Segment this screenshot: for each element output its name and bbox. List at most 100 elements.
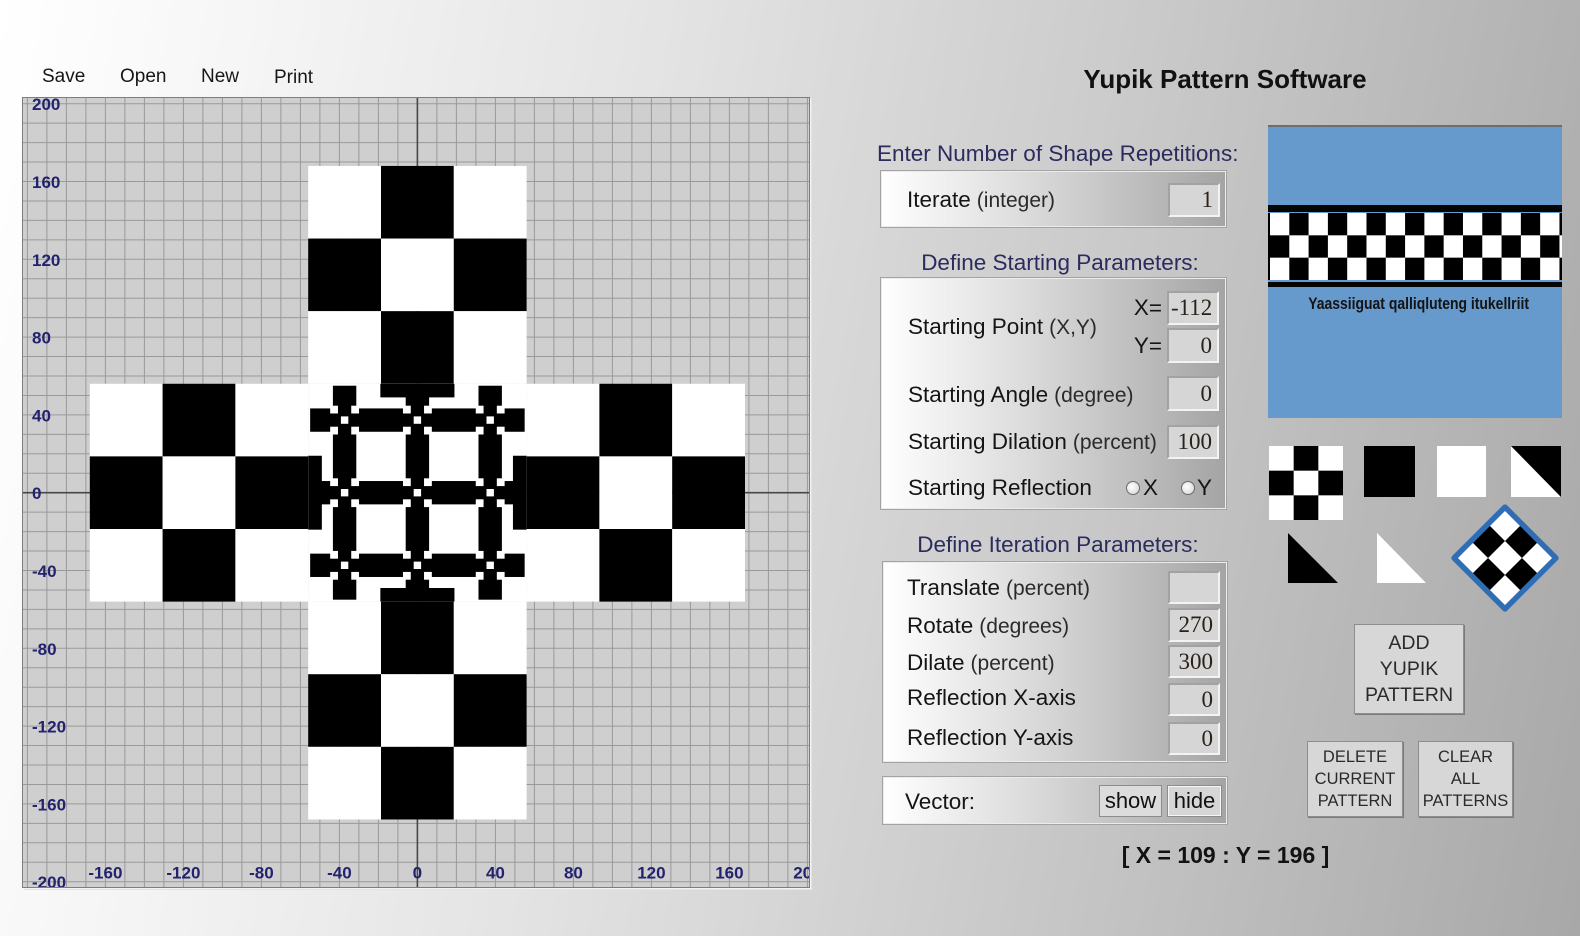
menu-open[interactable]: Open xyxy=(120,66,166,88)
shape-black-square[interactable] xyxy=(1364,446,1415,497)
pattern-tile-cell xyxy=(453,746,527,820)
lattice-node-notch xyxy=(496,550,505,559)
vector-hide-button[interactable]: hide xyxy=(1167,785,1222,817)
lattice-node-notch xyxy=(330,550,338,559)
vector-label: Vector: xyxy=(905,789,976,814)
x-tick-label: 200 xyxy=(793,864,809,883)
black-square-icon xyxy=(1364,446,1415,497)
reflection-x-axis-input[interactable] xyxy=(1168,683,1220,716)
shape-diamond-checker-tile[interactable] xyxy=(1449,502,1561,614)
checker-tile-cell xyxy=(1318,495,1343,520)
starting-point-unit: (X,Y) xyxy=(1049,316,1097,339)
y-tick-label: -120 xyxy=(32,718,66,737)
lattice-node-notch xyxy=(351,426,360,435)
lattice-node-notch xyxy=(402,571,411,580)
reflection-y-axis-input[interactable] xyxy=(1168,722,1220,755)
checker-tile-cell xyxy=(1318,446,1343,471)
checker-tile-cell xyxy=(1269,495,1294,520)
coordinate-grid[interactable]: 200 160 120 80 40 0 -40 -80 -120 -160 -200 -160 -120… xyxy=(23,98,809,887)
iterate-input[interactable] xyxy=(1168,183,1220,217)
pattern-tile-cell xyxy=(672,456,745,530)
x-tick-label: 80 xyxy=(564,864,583,883)
app-title: Yupik Pattern Software xyxy=(1083,64,1367,94)
repetitions-heading: Enter Number of Shape Repetitions: xyxy=(877,141,1239,166)
x-tick-label: -120 xyxy=(166,864,200,883)
y-tick-label: -160 xyxy=(32,795,66,814)
reflection-x-radio-label[interactable]: X xyxy=(1143,475,1158,501)
translate-label: Translate (percent) xyxy=(907,575,1090,602)
x-tick-label: 160 xyxy=(715,864,743,883)
reflection-x-radio[interactable] xyxy=(1126,481,1140,495)
start-y-label: Y= xyxy=(1133,333,1162,358)
reflection-y-radio[interactable] xyxy=(1181,481,1195,495)
pattern-tile-cell xyxy=(599,383,673,457)
iterate-unit: (integer) xyxy=(976,189,1055,212)
lattice-node-notch xyxy=(496,426,505,435)
lattice-node-notch xyxy=(402,405,411,414)
lattice-connector xyxy=(512,455,527,530)
lattice-node-notch xyxy=(351,405,360,414)
drawing-canvas[interactable]: 200 160 120 80 40 0 -40 -80 -120 -160 -200 -160 -120… xyxy=(22,97,810,888)
y-tick-label: -80 xyxy=(32,640,57,659)
shape-black-triangle[interactable] xyxy=(1288,533,1338,583)
checker-tile-cell xyxy=(1293,470,1319,496)
lattice-node-center xyxy=(340,489,349,497)
translate-label-text: Translate xyxy=(907,575,1000,600)
rotate-input[interactable] xyxy=(1168,608,1220,642)
y-tick-label: 160 xyxy=(32,173,60,192)
pattern-tile-cell xyxy=(89,456,163,530)
lattice-node-notch xyxy=(424,499,432,508)
preview-band-top-stripe xyxy=(1268,205,1562,212)
pattern-tile-cell xyxy=(162,529,236,602)
starting-dilation-input[interactable] xyxy=(1167,425,1219,459)
x-tick-label: 120 xyxy=(637,864,665,883)
pattern-tile-cell xyxy=(381,311,454,384)
menu-print[interactable]: Print xyxy=(274,67,313,89)
pattern-tile-cell xyxy=(162,383,236,457)
lattice-node-notch xyxy=(496,478,505,487)
shape-white-triangle[interactable] xyxy=(1377,533,1426,583)
lattice-node-center xyxy=(340,561,349,570)
checker-tile-icon xyxy=(1269,446,1343,520)
start-x-input[interactable] xyxy=(1167,291,1219,325)
pattern-tile-cell xyxy=(308,165,381,239)
pattern-tile-cell xyxy=(599,529,673,602)
pattern-tile-cell xyxy=(453,674,527,747)
pattern-tile-cell xyxy=(526,383,600,457)
reflection-y-radio-label[interactable]: Y xyxy=(1197,475,1212,501)
dilate-input[interactable] xyxy=(1168,645,1220,678)
delete-current-pattern-button[interactable]: DELETE CURRENT PATTERN xyxy=(1307,741,1403,817)
translate-input[interactable] xyxy=(1168,571,1220,604)
x-tick-label: 0 xyxy=(413,864,422,883)
pattern-tile-cell xyxy=(453,238,527,312)
y-tick-label: -200 xyxy=(32,873,66,887)
pattern-tile-cell xyxy=(381,674,454,747)
starting-angle-input[interactable] xyxy=(1167,376,1219,411)
menu-new[interactable]: New xyxy=(201,66,239,88)
menu-save[interactable]: Save xyxy=(42,66,85,88)
checker-tile-cell xyxy=(1269,470,1294,496)
shape-half-diagonal-square[interactable] xyxy=(1511,446,1561,497)
lattice-node-notch xyxy=(475,499,484,508)
cursor-coordinates: [ X = 109 : Y = 196 ] xyxy=(1121,842,1330,868)
lattice-node-notch xyxy=(330,499,338,508)
shape-white-square[interactable] xyxy=(1437,446,1486,497)
start-y-input[interactable] xyxy=(1167,328,1219,363)
lattice-node-center xyxy=(486,561,494,570)
lattice-node-notch xyxy=(475,571,484,580)
y-tick-label: 120 xyxy=(32,251,60,270)
pattern-tile-cell xyxy=(381,746,454,820)
pattern-tile-cell xyxy=(526,529,600,602)
dilate-label-text: Dilate xyxy=(907,650,965,675)
lattice-node-notch xyxy=(351,478,360,487)
shape-checker-tile[interactable] xyxy=(1269,446,1343,520)
dilate-unit: (percent) xyxy=(970,652,1055,675)
y-tick-label: 200 xyxy=(32,98,60,114)
translate-unit: (percent) xyxy=(1005,577,1090,600)
lattice-node-center xyxy=(340,416,349,424)
add-yupik-pattern-button[interactable]: ADD YUPIK PATTERN xyxy=(1354,624,1464,714)
rotate-unit: (degrees) xyxy=(979,615,1070,638)
clear-all-patterns-button[interactable]: CLEAR ALL PATTERNS xyxy=(1418,741,1513,817)
checker-tile-cell xyxy=(1293,495,1319,520)
vector-show-button[interactable]: show xyxy=(1099,785,1162,817)
